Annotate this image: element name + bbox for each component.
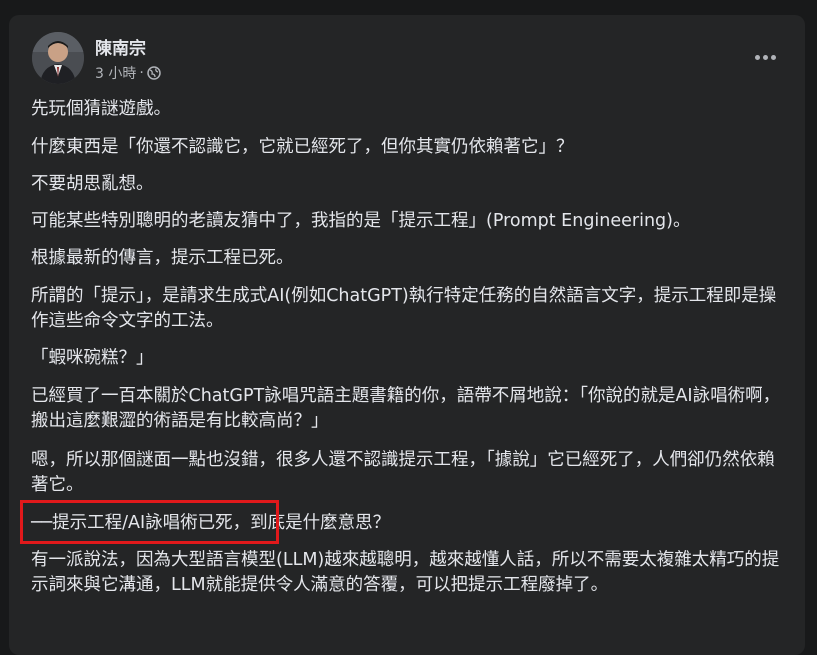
author-avatar[interactable] bbox=[32, 32, 84, 84]
post-time[interactable]: 3 小時 bbox=[95, 63, 136, 83]
more-options-icon[interactable] bbox=[747, 43, 783, 71]
avatar-image bbox=[32, 32, 84, 84]
meta-separator: · bbox=[139, 65, 144, 81]
post-card: 陳南宗 3 小時 · 先玩個猜謎遊戲。 什麼東西是「你還不認識它，它就已經死了，… bbox=[9, 15, 805, 655]
author-name[interactable]: 陳南宗 bbox=[95, 34, 146, 59]
post-paragraph: 根據最新的傳言，提示工程已死。 bbox=[31, 248, 294, 268]
post-paragraph: 已經買了一百本關於ChatGPT詠唱咒語主題書籍的你，語帶不屑地說：「你說的就是… bbox=[31, 386, 781, 431]
post-paragraph: 可能某些特別聰明的老讀友猜中了，我指的是「提示工程」(Prompt Engine… bbox=[31, 211, 691, 231]
globe-icon[interactable] bbox=[147, 66, 161, 80]
post-meta: 3 小時 · bbox=[95, 63, 161, 83]
post-paragraph: 所謂的「提示」，是請求生成式AI(例如ChatGPT)執行特定任務的自然語言文字… bbox=[31, 286, 777, 331]
post-paragraph: 什麼東西是「你還不認識它，它就已經死了，但你其實仍依賴著它」？ bbox=[31, 137, 574, 157]
post-paragraph: 有一派說法，因為大型語言模型(LLM)越來越聰明，越來越懂人話，所以不需要太複雜… bbox=[31, 550, 780, 595]
highlight-annotation-box bbox=[20, 500, 279, 544]
post-paragraph: 先玩個猜謎遊戲。 bbox=[31, 99, 171, 119]
post-paragraph: 「蝦咪碗糕？」 bbox=[31, 348, 154, 368]
post-paragraph: 嗯，所以那個謎面一點也沒錯，很多人還不認識提示工程，「據說」它已經死了，人們卻仍… bbox=[31, 450, 775, 495]
post-paragraph: 不要胡思亂想。 bbox=[31, 174, 154, 194]
